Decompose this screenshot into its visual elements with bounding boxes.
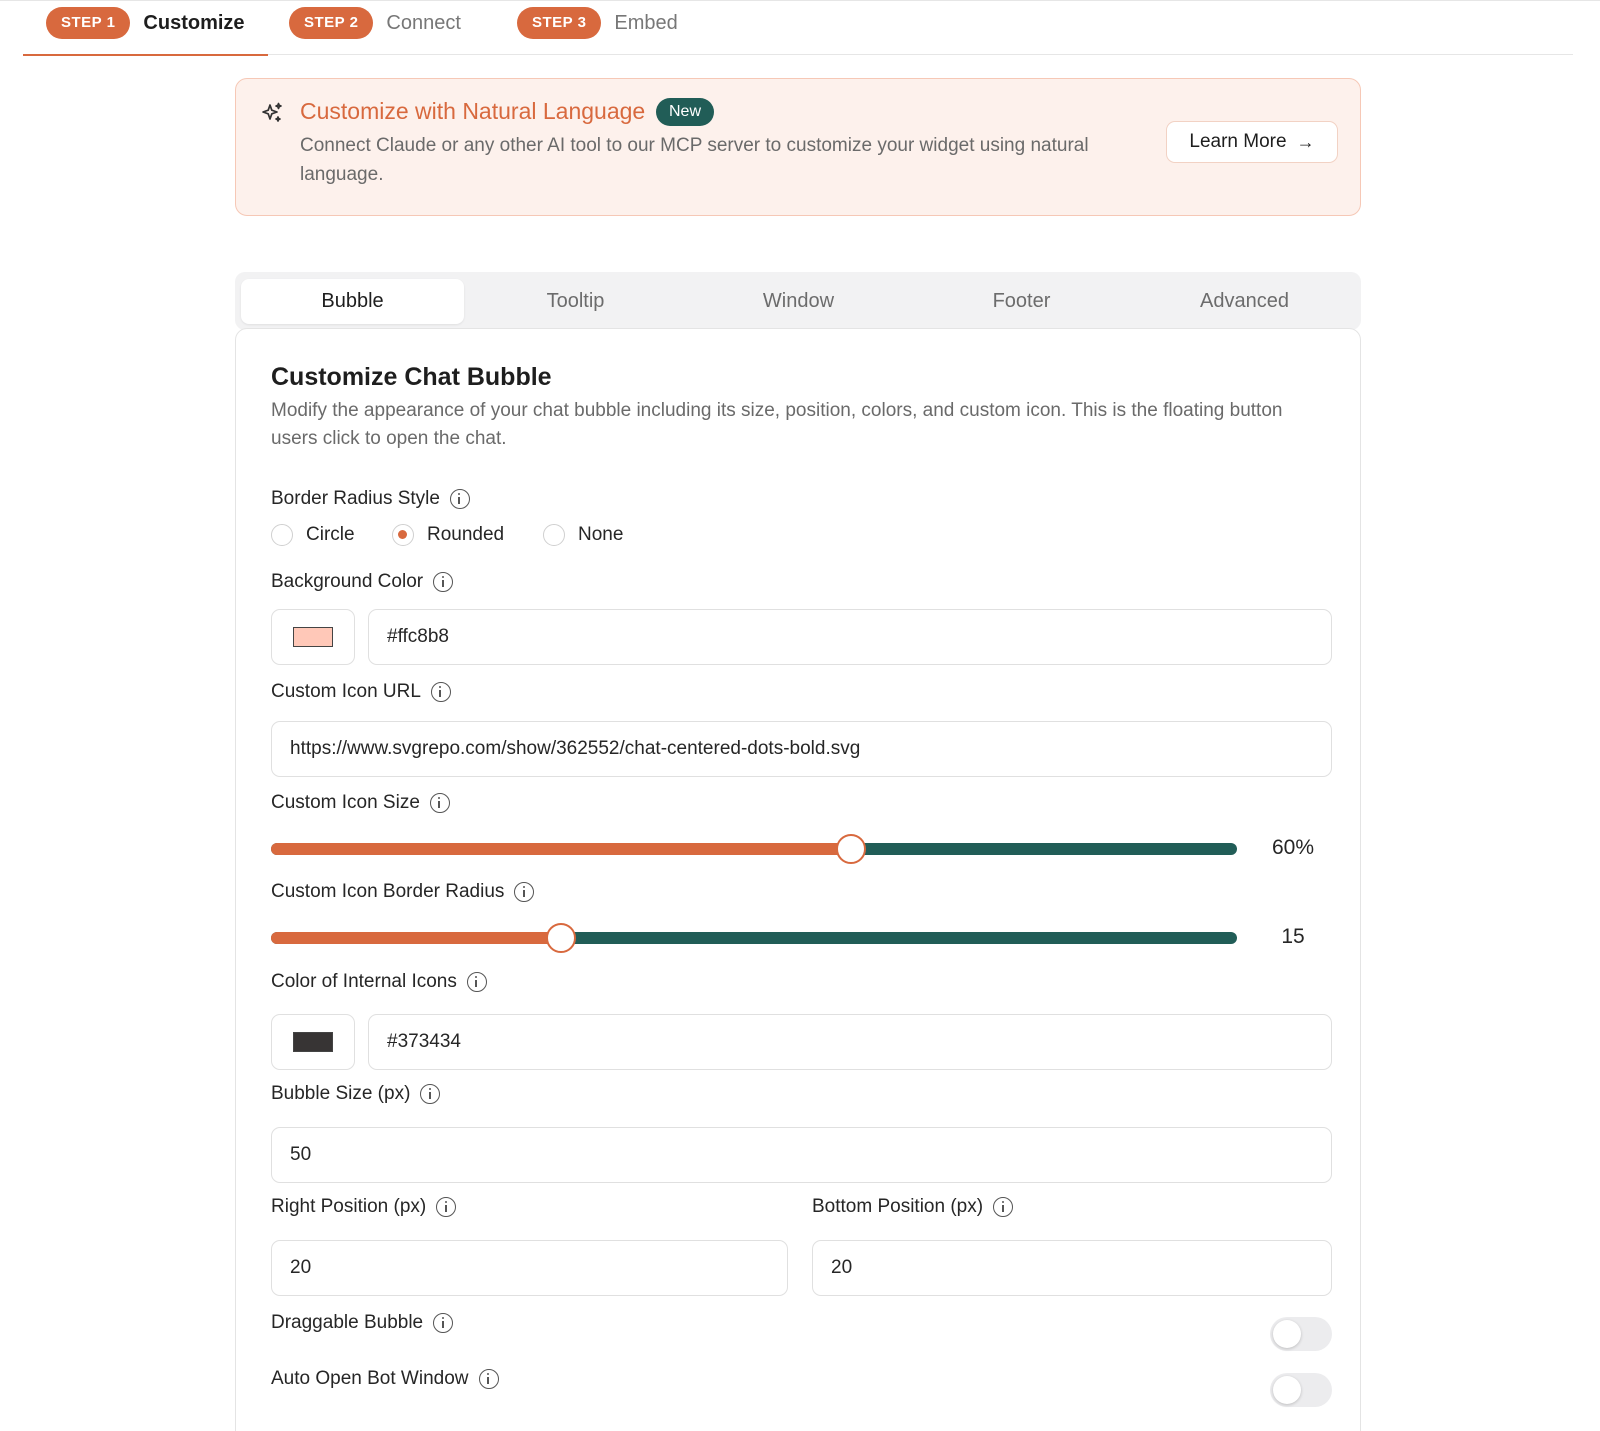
draggable-bubble-toggle[interactable] bbox=[1270, 1317, 1332, 1351]
bottom-position-input[interactable]: 20 bbox=[812, 1240, 1332, 1296]
card-title: Customize Chat Bubble bbox=[271, 363, 552, 391]
color-swatch bbox=[293, 627, 333, 647]
slider-fill bbox=[271, 843, 851, 855]
label-text: Bubble Size (px) bbox=[271, 1083, 411, 1104]
learn-more-label: Learn More bbox=[1189, 131, 1287, 152]
auto-open-label: Auto Open Bot Window bbox=[271, 1368, 499, 1390]
label-text: Draggable Bubble bbox=[271, 1312, 424, 1333]
label-text: Color of Internal Icons bbox=[271, 971, 457, 992]
color-swatch bbox=[293, 1032, 333, 1052]
background-color-input[interactable]: #ffc8b8 bbox=[368, 609, 1332, 665]
natural-language-banner: Customize with Natural Language New Conn… bbox=[235, 78, 1361, 216]
tab-advanced[interactable]: Advanced bbox=[1133, 279, 1356, 324]
label-text: Custom Icon Border Radius bbox=[271, 881, 505, 902]
label-text: Bottom Position (px) bbox=[812, 1196, 984, 1217]
tab-bubble[interactable]: Bubble bbox=[241, 279, 464, 324]
step-label: Customize bbox=[143, 11, 245, 34]
step-badge: STEP 3 bbox=[517, 7, 602, 39]
auto-open-toggle[interactable] bbox=[1270, 1373, 1332, 1407]
draggable-bubble-label: Draggable Bubble bbox=[271, 1312, 454, 1334]
step-badge: STEP 2 bbox=[289, 7, 374, 39]
slider-fill bbox=[271, 932, 561, 944]
label-text: Border Radius Style bbox=[271, 488, 440, 509]
internal-icons-color-input[interactable]: #373434 bbox=[368, 1014, 1332, 1070]
custom-icon-border-radius-label: Custom Icon Border Radius bbox=[271, 881, 535, 903]
info-icon[interactable] bbox=[478, 1369, 499, 1389]
custom-icon-size-value: 60% bbox=[1271, 836, 1315, 859]
step-navigation: STEP 1 Customize STEP 2 Connect STEP 3 E… bbox=[23, 0, 1573, 56]
radio-rounded[interactable]: Rounded bbox=[392, 524, 504, 546]
info-icon[interactable] bbox=[430, 682, 451, 702]
radio-indicator bbox=[543, 524, 565, 546]
tab-footer[interactable]: Footer bbox=[910, 279, 1133, 324]
custom-icon-border-radius-value: 15 bbox=[1281, 925, 1305, 948]
background-color-picker[interactable] bbox=[271, 609, 355, 665]
radio-label: None bbox=[578, 524, 624, 545]
label-text: Auto Open Bot Window bbox=[271, 1368, 469, 1389]
custom-icon-url-input[interactable]: https://www.svgrepo.com/show/362552/chat… bbox=[271, 721, 1332, 777]
label-text: Right Position (px) bbox=[271, 1196, 427, 1217]
background-color-label: Background Color bbox=[271, 571, 454, 593]
label-text: Background Color bbox=[271, 571, 424, 592]
bubble-size-input[interactable]: 50 bbox=[271, 1127, 1332, 1183]
right-position-label: Right Position (px) bbox=[271, 1196, 457, 1218]
custom-icon-url-label: Custom Icon URL bbox=[271, 681, 451, 703]
info-icon[interactable] bbox=[420, 1084, 441, 1104]
bottom-position-label: Bottom Position (px) bbox=[812, 1196, 1014, 1218]
step-label: Connect bbox=[386, 11, 461, 34]
bubble-settings-card: Customize Chat Bubble Modify the appeara… bbox=[235, 328, 1361, 1431]
radio-circle[interactable]: Circle bbox=[271, 524, 355, 546]
custom-icon-size-slider[interactable] bbox=[271, 834, 1237, 864]
custom-icon-border-radius-slider[interactable] bbox=[271, 923, 1237, 953]
label-text: Custom Icon Size bbox=[271, 792, 420, 813]
info-icon[interactable] bbox=[429, 793, 450, 813]
slider-thumb[interactable] bbox=[835, 834, 866, 864]
custom-icon-size-label: Custom Icon Size bbox=[271, 792, 450, 814]
info-icon[interactable] bbox=[449, 489, 470, 509]
info-icon[interactable] bbox=[466, 972, 487, 992]
radio-label: Circle bbox=[306, 524, 355, 545]
info-icon[interactable] bbox=[433, 572, 454, 592]
info-icon[interactable] bbox=[433, 1313, 454, 1333]
radio-none[interactable]: None bbox=[543, 524, 623, 546]
bubble-size-label: Bubble Size (px) bbox=[271, 1083, 441, 1105]
internal-icons-color-picker[interactable] bbox=[271, 1014, 355, 1070]
card-description: Modify the appearance of your chat bubbl… bbox=[271, 400, 1283, 449]
toggle-knob bbox=[1273, 1376, 1301, 1404]
internal-icons-color-label: Color of Internal Icons bbox=[271, 971, 487, 993]
info-icon[interactable] bbox=[436, 1197, 457, 1217]
step-badge: STEP 1 bbox=[46, 7, 131, 39]
new-badge: New bbox=[656, 98, 715, 126]
label-text: Custom Icon URL bbox=[271, 681, 421, 702]
step-connect[interactable]: STEP 2 Connect bbox=[289, 7, 461, 39]
arrow-right-icon: → bbox=[1296, 131, 1315, 152]
settings-tabs: Bubble Tooltip Window Footer Advanced bbox=[235, 272, 1361, 330]
slider-thumb[interactable] bbox=[545, 923, 576, 953]
radio-label: Rounded bbox=[427, 524, 505, 545]
banner-title: Customize with Natural Language bbox=[300, 98, 646, 124]
info-icon[interactable] bbox=[993, 1197, 1014, 1217]
sparkles-icon bbox=[262, 102, 282, 122]
tab-window[interactable]: Window bbox=[687, 279, 910, 324]
banner-description: Connect Claude or any other AI tool to o… bbox=[300, 135, 1089, 185]
active-step-underline bbox=[23, 54, 268, 56]
radio-indicator bbox=[392, 524, 414, 546]
info-icon[interactable] bbox=[514, 882, 535, 902]
radio-indicator bbox=[271, 524, 293, 546]
toggle-knob bbox=[1273, 1320, 1301, 1348]
tab-tooltip[interactable]: Tooltip bbox=[464, 279, 687, 324]
right-position-input[interactable]: 20 bbox=[271, 1240, 788, 1296]
border-radius-style-label: Border Radius Style bbox=[271, 488, 470, 510]
step-label: Embed bbox=[614, 11, 678, 34]
learn-more-button[interactable]: Learn More → bbox=[1166, 121, 1338, 163]
step-embed[interactable]: STEP 3 Embed bbox=[517, 7, 678, 39]
step-customize[interactable]: STEP 1 Customize bbox=[46, 7, 245, 39]
